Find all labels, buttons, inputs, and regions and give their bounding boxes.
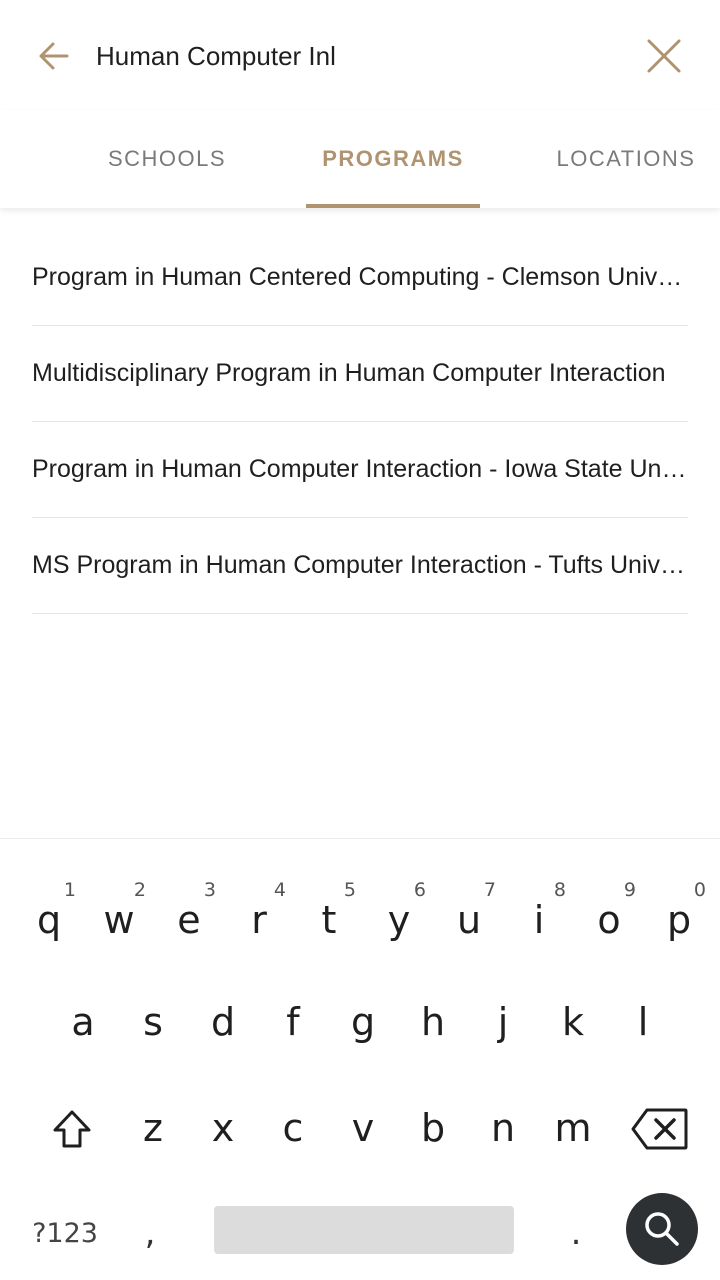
clear-search-button[interactable] — [640, 32, 688, 80]
soft-keyboard: q1 w2 e3 r4 t5 y6 u7 i8 o9 p0 a s d f g … — [0, 838, 720, 1280]
key-hint: 2 — [133, 879, 146, 901]
list-item[interactable]: Program in Human Centered Computing - Cl… — [32, 230, 688, 326]
shift-key[interactable] — [32, 1089, 112, 1169]
key-hint: 7 — [483, 879, 496, 901]
key-j[interactable]: j — [468, 977, 538, 1067]
key-hint: 6 — [413, 879, 426, 901]
key-label: u — [456, 898, 482, 942]
key-d[interactable]: d — [188, 977, 258, 1067]
key-t[interactable]: t5 — [294, 875, 364, 965]
key-a[interactable]: a — [48, 977, 118, 1067]
key-label: r — [251, 898, 267, 942]
key-b[interactable]: b — [398, 1083, 468, 1173]
key-m[interactable]: m — [538, 1083, 608, 1173]
period-key[interactable]: . — [546, 1193, 606, 1273]
list-item-label: Program in Human Computer Interaction - … — [32, 455, 688, 483]
key-l[interactable]: l — [608, 977, 678, 1067]
key-label: w — [103, 898, 135, 942]
tab-bar: SCHOOLS PROGRAMS LOCATIONS — [0, 110, 720, 208]
key-z[interactable]: z — [118, 1083, 188, 1173]
key-hint: 5 — [343, 879, 356, 901]
tab-schools[interactable]: SCHOOLS — [80, 110, 254, 208]
backspace-icon — [631, 1108, 688, 1150]
key-u[interactable]: u7 — [434, 875, 504, 965]
key-label: t — [321, 898, 337, 942]
key-hint: 1 — [63, 879, 76, 901]
key-y[interactable]: y6 — [364, 875, 434, 965]
key-x[interactable]: x — [188, 1083, 258, 1173]
comma-key[interactable]: , — [120, 1193, 180, 1273]
key-hint: 9 — [623, 879, 636, 901]
key-q[interactable]: q1 — [14, 875, 84, 965]
arrow-left-icon — [39, 42, 69, 70]
list-item-label: Program in Human Centered Computing - Cl… — [32, 263, 688, 291]
key-hint: 4 — [273, 879, 286, 901]
space-key[interactable] — [214, 1206, 514, 1254]
search-bar — [0, 0, 720, 110]
key-o[interactable]: o9 — [574, 875, 644, 965]
key-v[interactable]: v — [328, 1083, 398, 1173]
tab-locations[interactable]: LOCATIONS — [540, 110, 712, 208]
key-label: e — [177, 898, 201, 942]
key-p[interactable]: p0 — [644, 875, 714, 965]
key-e[interactable]: e3 — [154, 875, 224, 965]
results-list: Program in Human Centered Computing - Cl… — [32, 230, 688, 614]
tab-programs[interactable]: PROGRAMS — [306, 110, 480, 208]
key-hint: 8 — [553, 879, 566, 901]
shift-icon — [53, 1110, 91, 1148]
key-label: y — [387, 898, 411, 942]
keyboard-search-button[interactable] — [626, 1193, 698, 1265]
search-icon — [645, 1212, 679, 1246]
key-h[interactable]: h — [398, 977, 468, 1067]
search-input[interactable] — [96, 32, 356, 80]
key-label: q — [36, 898, 62, 942]
key-k[interactable]: k — [538, 977, 608, 1067]
key-label: i — [533, 898, 545, 942]
key-g[interactable]: g — [328, 977, 398, 1067]
list-item[interactable]: MS Program in Human Computer Interaction… — [32, 518, 688, 614]
list-item-label: MS Program in Human Computer Interaction… — [32, 551, 688, 579]
key-f[interactable]: f — [258, 977, 328, 1067]
key-i[interactable]: i8 — [504, 875, 574, 965]
active-tab-indicator — [306, 204, 480, 208]
key-w[interactable]: w2 — [84, 875, 154, 965]
symbols-key[interactable]: ?123 — [20, 1193, 110, 1273]
key-label: o — [597, 898, 621, 942]
key-label: p — [666, 898, 692, 942]
backspace-key[interactable] — [620, 1089, 700, 1169]
key-s[interactable]: s — [118, 977, 188, 1067]
key-n[interactable]: n — [468, 1083, 538, 1173]
key-hint: 0 — [693, 879, 706, 901]
close-icon — [647, 39, 681, 73]
key-r[interactable]: r4 — [224, 875, 294, 965]
list-item[interactable]: Program in Human Computer Interaction - … — [32, 422, 688, 518]
key-hint: 3 — [203, 879, 216, 901]
back-button[interactable] — [30, 32, 78, 80]
key-c[interactable]: c — [258, 1083, 328, 1173]
list-item-label: Multidisciplinary Program in Human Compu… — [32, 359, 666, 387]
list-item[interactable]: Multidisciplinary Program in Human Compu… — [32, 326, 688, 422]
